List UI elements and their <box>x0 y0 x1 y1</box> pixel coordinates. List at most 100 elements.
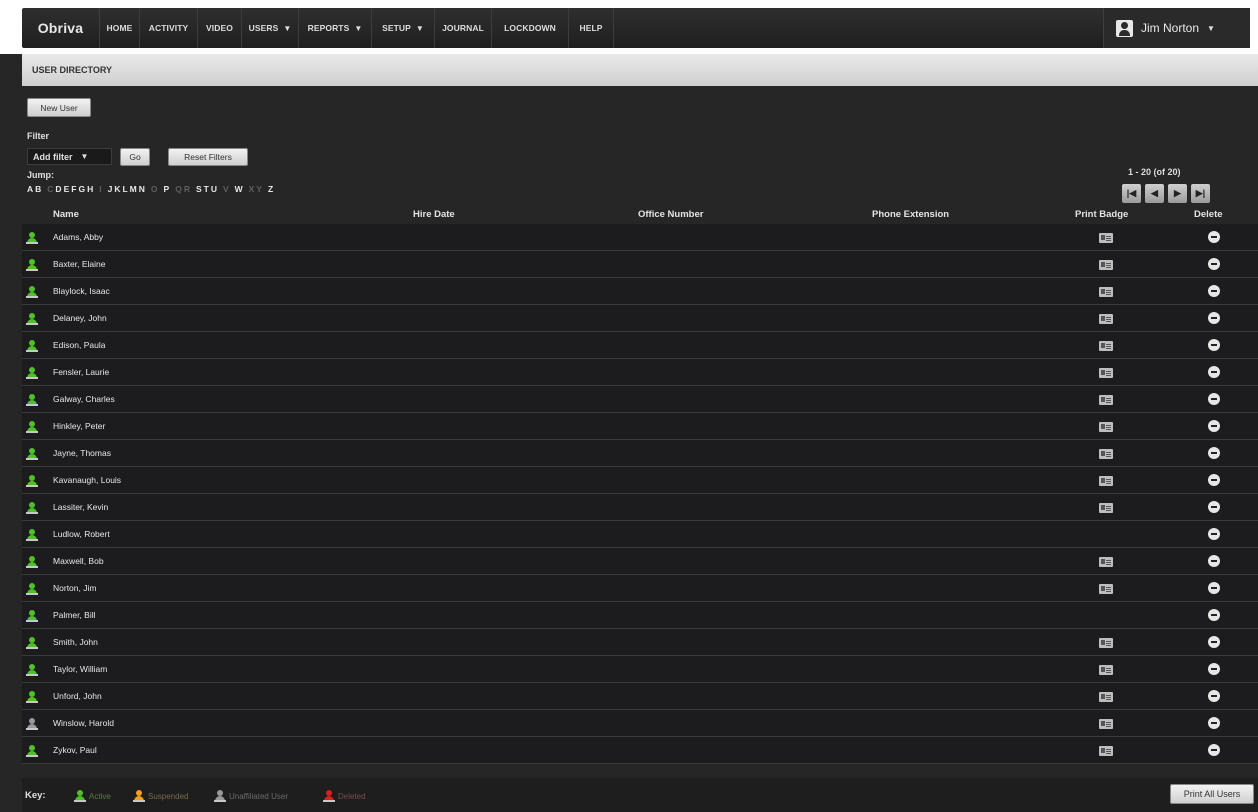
nav-setup[interactable]: SETUP ▼ <box>372 8 435 48</box>
table-row[interactable]: Blaylock, Isaac <box>22 278 1258 305</box>
jump-letter-l[interactable]: L <box>122 184 127 194</box>
col-office-number[interactable]: Office Number <box>638 209 703 220</box>
jump-letter-d[interactable]: D <box>55 184 61 194</box>
table-row[interactable]: Lassiter, Kevin <box>22 494 1258 521</box>
jump-letter-u[interactable]: U <box>211 184 217 194</box>
jump-letter-j[interactable]: J <box>108 184 113 194</box>
delete-icon[interactable] <box>1208 258 1220 270</box>
next-page-icon[interactable]: ▶ <box>1168 184 1187 203</box>
jump-letter-a[interactable]: A <box>27 184 33 194</box>
print-badge-icon[interactable] <box>1099 422 1113 432</box>
delete-icon[interactable] <box>1208 555 1220 567</box>
table-row[interactable]: Ludlow, Robert <box>22 521 1258 548</box>
print-badge-icon[interactable] <box>1099 692 1113 702</box>
print-badge-icon[interactable] <box>1099 719 1113 729</box>
delete-icon[interactable] <box>1208 393 1220 405</box>
delete-icon[interactable] <box>1208 609 1220 621</box>
nav-video[interactable]: VIDEO <box>198 8 242 48</box>
table-row[interactable]: Winslow, Harold <box>22 710 1258 737</box>
jump-letter-p[interactable]: P <box>164 184 170 194</box>
jump-letter-n[interactable]: N <box>139 184 145 194</box>
jump-letter-m[interactable]: M <box>130 184 137 194</box>
last-page-icon[interactable]: ▶| <box>1191 184 1210 203</box>
delete-icon[interactable] <box>1208 231 1220 243</box>
user-name-link[interactable]: Kavanaugh, Louis <box>53 475 121 485</box>
user-name-link[interactable]: Adams, Abby <box>53 232 103 242</box>
table-row[interactable]: Kavanaugh, Louis <box>22 467 1258 494</box>
table-row[interactable]: Adams, Abby <box>22 224 1258 251</box>
print-badge-icon[interactable] <box>1099 665 1113 675</box>
delete-icon[interactable] <box>1208 582 1220 594</box>
delete-icon[interactable] <box>1208 447 1220 459</box>
table-row[interactable]: Unford, John <box>22 683 1258 710</box>
table-row[interactable]: Hinkley, Peter <box>22 413 1258 440</box>
print-badge-icon[interactable] <box>1099 503 1113 513</box>
jump-letter-k[interactable]: K <box>114 184 120 194</box>
user-name-link[interactable]: Delaney, John <box>53 313 107 323</box>
delete-icon[interactable] <box>1208 744 1220 756</box>
nav-activity[interactable]: ACTIVITY <box>140 8 198 48</box>
user-name-link[interactable]: Blaylock, Isaac <box>53 286 110 296</box>
nav-help[interactable]: HELP <box>569 8 614 48</box>
print-badge-icon[interactable] <box>1099 449 1113 459</box>
nav-home[interactable]: HOME <box>100 8 140 48</box>
jump-letter-s[interactable]: S <box>196 184 202 194</box>
user-menu[interactable]: Jim Norton ▼ <box>1103 8 1250 48</box>
print-badge-icon[interactable] <box>1099 638 1113 648</box>
delete-icon[interactable] <box>1208 717 1220 729</box>
print-badge-icon[interactable] <box>1099 584 1113 594</box>
table-row[interactable]: Galway, Charles <box>22 386 1258 413</box>
table-row[interactable]: Maxwell, Bob <box>22 548 1258 575</box>
prev-page-icon[interactable]: ◀ <box>1145 184 1164 203</box>
brand-logo[interactable]: Obriva <box>22 8 100 48</box>
col-phone-extension[interactable]: Phone Extension <box>872 209 949 220</box>
user-name-link[interactable]: Palmer, Bill <box>53 610 96 620</box>
user-name-link[interactable]: Baxter, Elaine <box>53 259 105 269</box>
add-filter-dropdown[interactable]: Add filter ▼ <box>27 148 112 165</box>
table-row[interactable]: Jayne, Thomas <box>22 440 1258 467</box>
delete-icon[interactable] <box>1208 312 1220 324</box>
nav-reports[interactable]: REPORTS ▼ <box>299 8 372 48</box>
table-row[interactable]: Zykov, Paul <box>22 737 1258 764</box>
jump-letter-b[interactable]: B <box>35 184 41 194</box>
nav-journal[interactable]: JOURNAL <box>435 8 492 48</box>
user-name-link[interactable]: Fensler, Laurie <box>53 367 109 377</box>
print-all-users-button[interactable]: Print All Users <box>1170 784 1254 804</box>
jump-letter-z[interactable]: Z <box>268 184 273 194</box>
user-name-link[interactable]: Winslow, Harold <box>53 718 114 728</box>
delete-icon[interactable] <box>1208 690 1220 702</box>
print-badge-icon[interactable] <box>1099 395 1113 405</box>
print-badge-icon[interactable] <box>1099 287 1113 297</box>
user-name-link[interactable]: Maxwell, Bob <box>53 556 104 566</box>
jump-letter-h[interactable]: H <box>87 184 93 194</box>
delete-icon[interactable] <box>1208 636 1220 648</box>
col-name[interactable]: Name <box>53 209 79 220</box>
jump-letter-f[interactable]: F <box>71 184 76 194</box>
print-badge-icon[interactable] <box>1099 260 1113 270</box>
user-name-link[interactable]: Unford, John <box>53 691 102 701</box>
delete-icon[interactable] <box>1208 474 1220 486</box>
user-name-link[interactable]: Ludlow, Robert <box>53 529 110 539</box>
delete-icon[interactable] <box>1208 366 1220 378</box>
table-row[interactable]: Fensler, Laurie <box>22 359 1258 386</box>
table-row[interactable]: Delaney, John <box>22 305 1258 332</box>
table-row[interactable]: Edison, Paula <box>22 332 1258 359</box>
jump-letter-e[interactable]: E <box>64 184 70 194</box>
table-row[interactable]: Taylor, William <box>22 656 1258 683</box>
user-name-link[interactable]: Taylor, William <box>53 664 107 674</box>
nav-lockdown[interactable]: LOCKDOWN <box>492 8 569 48</box>
col-hire-date[interactable]: Hire Date <box>413 209 455 220</box>
print-badge-icon[interactable] <box>1099 746 1113 756</box>
table-row[interactable]: Baxter, Elaine <box>22 251 1258 278</box>
jump-letter-t[interactable]: T <box>204 184 209 194</box>
new-user-button[interactable]: New User <box>27 98 91 117</box>
user-name-link[interactable]: Lassiter, Kevin <box>53 502 108 512</box>
user-name-link[interactable]: Edison, Paula <box>53 340 105 350</box>
delete-icon[interactable] <box>1208 501 1220 513</box>
table-row[interactable]: Palmer, Bill <box>22 602 1258 629</box>
jump-letter-w[interactable]: W <box>235 184 243 194</box>
user-name-link[interactable]: Hinkley, Peter <box>53 421 105 431</box>
user-name-link[interactable]: Norton, Jim <box>53 583 96 593</box>
user-name-link[interactable]: Jayne, Thomas <box>53 448 111 458</box>
nav-users[interactable]: USERS ▼ <box>242 8 299 48</box>
